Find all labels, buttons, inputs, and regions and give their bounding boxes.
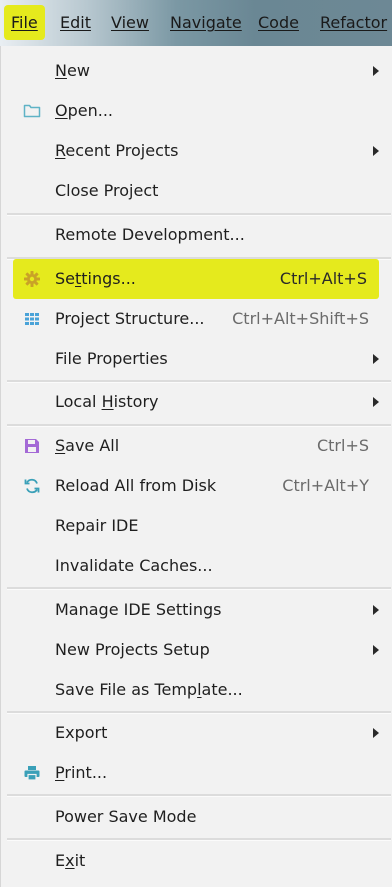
menu-item-export[interactable]: Export	[1, 713, 392, 753]
menubar-view[interactable]: View	[111, 0, 149, 46]
menu-item-remote-development-label: Remote Development...	[55, 225, 245, 244]
menu-item-save-as-template[interactable]: Save File as Template...	[1, 670, 392, 710]
submenu-arrow-icon	[373, 645, 379, 655]
menubar-navigate[interactable]: Navigate	[170, 0, 242, 46]
menu-item-project-structure[interactable]: Project Structure... Ctrl+Alt+Shift+S	[1, 299, 392, 339]
menubar-edit-label: Edit	[60, 13, 91, 32]
menu-item-open[interactable]: Open...	[1, 91, 392, 131]
menu-item-manage-ide-settings[interactable]: Manage IDE Settings	[1, 590, 392, 630]
menu-item-settings[interactable]: Settings... Ctrl+Alt+S	[13, 259, 379, 299]
menu-item-new-projects-setup-label: New Projects Setup	[55, 640, 210, 659]
menu-item-exit[interactable]: Exit	[1, 841, 392, 881]
menu-item-power-save-mode[interactable]: Power Save Mode	[1, 797, 392, 837]
menu-item-repair-ide[interactable]: Repair IDE	[1, 506, 392, 546]
menu-item-power-save-mode-label: Power Save Mode	[55, 807, 197, 826]
menu-item-local-history[interactable]: Local History	[1, 382, 392, 422]
menu-item-print-label: Print...	[55, 763, 108, 782]
menu-item-new-projects-setup[interactable]: New Projects Setup	[1, 630, 392, 670]
menu-item-file-properties-label: File Properties	[55, 349, 168, 368]
menubar-view-label: View	[111, 13, 149, 32]
project-structure-icon	[23, 310, 41, 328]
menubar-edit[interactable]: Edit	[60, 0, 91, 46]
gear-icon	[23, 270, 41, 288]
menubar-file[interactable]: File	[4, 5, 45, 40]
menubar-refactor[interactable]: Refactor	[320, 0, 387, 46]
menu-item-new[interactable]: New	[1, 51, 392, 91]
menu-item-reload-all[interactable]: Reload All from Disk Ctrl+Alt+Y	[1, 466, 392, 506]
submenu-arrow-icon	[373, 146, 379, 156]
menu-item-print[interactable]: Print...	[1, 753, 392, 793]
menu-item-file-properties[interactable]: File Properties	[1, 339, 392, 379]
reload-icon	[23, 477, 41, 495]
shortcut-label: Ctrl+Alt+Shift+S	[232, 309, 369, 328]
menu-item-repair-ide-label: Repair IDE	[55, 516, 139, 535]
folder-icon	[23, 102, 41, 120]
menubar-file-label: File	[11, 13, 38, 32]
menu-item-local-history-label: Local History	[55, 392, 159, 411]
shortcut-label: Ctrl+S	[316, 436, 369, 455]
submenu-arrow-icon	[373, 605, 379, 615]
menu-item-remote-development[interactable]: Remote Development...	[1, 215, 392, 255]
printer-icon	[23, 764, 41, 782]
file-menu: New Open... Recent Projects Close Projec…	[0, 46, 392, 887]
menubar-code-label: Code	[258, 13, 299, 32]
shortcut-label: Ctrl+Alt+Y	[282, 476, 369, 495]
save-icon	[23, 437, 41, 455]
shortcut-label: Ctrl+Alt+S	[279, 269, 367, 288]
menu-item-recent-projects[interactable]: Recent Projects	[1, 131, 392, 171]
submenu-arrow-icon	[373, 66, 379, 76]
menu-item-manage-ide-settings-label: Manage IDE Settings	[55, 600, 222, 619]
submenu-arrow-icon	[373, 728, 379, 738]
menubar-code[interactable]: Code	[258, 0, 299, 46]
menu-item-close-project[interactable]: Close Project	[1, 171, 392, 211]
menu-item-exit-label: Exit	[55, 851, 86, 870]
menu-bar: File Edit View Navigate Code Refactor	[0, 0, 392, 46]
menu-item-recent-projects-label: Recent Projects	[55, 141, 179, 160]
menu-item-open-label: Open...	[55, 101, 113, 120]
menu-item-save-as-template-label: Save File as Template...	[55, 680, 243, 699]
menu-item-project-structure-label: Project Structure...	[55, 309, 205, 328]
menu-item-save-all[interactable]: Save All Ctrl+S	[1, 426, 392, 466]
menu-item-new-label: New	[55, 61, 90, 80]
menu-item-close-project-label: Close Project	[55, 181, 159, 200]
menu-item-reload-all-label: Reload All from Disk	[55, 476, 217, 495]
menubar-refactor-label: Refactor	[320, 13, 388, 32]
submenu-arrow-icon	[373, 354, 379, 364]
menu-item-invalidate-caches-label: Invalidate Caches...	[55, 556, 213, 575]
menu-item-invalidate-caches[interactable]: Invalidate Caches...	[1, 546, 392, 586]
menu-item-export-label: Export	[55, 723, 108, 742]
menubar-navigate-label: Navigate	[170, 13, 242, 32]
menu-item-settings-label: Settings...	[55, 269, 136, 288]
submenu-arrow-icon	[373, 397, 379, 407]
menu-item-save-all-label: Save All	[55, 436, 120, 455]
